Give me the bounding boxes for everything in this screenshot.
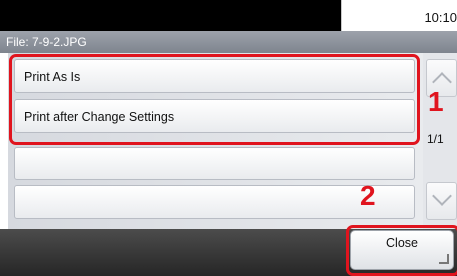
scroll-down-button[interactable] [426, 182, 457, 220]
empty-list-item [14, 185, 415, 219]
empty-list-item [14, 147, 415, 180]
highlight-box-options [9, 54, 420, 145]
status-bar-separator [341, 0, 342, 31]
status-bar: 10:10 [0, 0, 457, 31]
chevron-down-icon [432, 186, 452, 206]
callout-number-1: 1 [428, 86, 444, 117]
page-indicator: 1/1 [427, 132, 444, 146]
file-name: File: 7-9-2.JPG [6, 35, 87, 49]
file-name-bar: File: 7-9-2.JPG [0, 31, 457, 53]
status-bar-black-area [0, 0, 341, 31]
highlight-box-close [346, 225, 457, 276]
callout-number-2: 2 [360, 180, 376, 211]
clock: 10:10 [424, 10, 457, 25]
